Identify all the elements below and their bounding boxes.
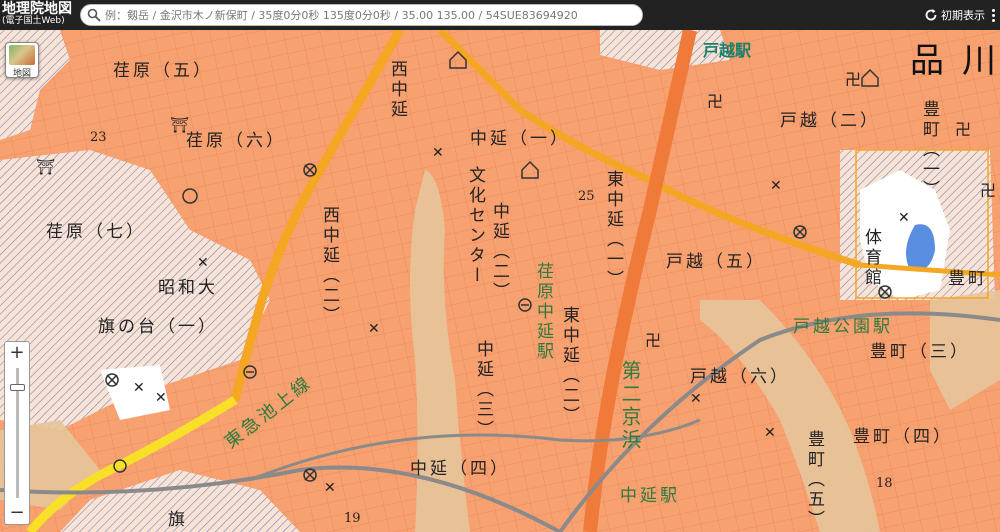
label-higashinakanobu2: 東中延（二）	[559, 306, 579, 426]
label-kibara7: 荏原（七）	[46, 222, 146, 242]
app-logo[interactable]: 地理院地図 (電子国土Web)	[2, 2, 74, 28]
label-shinagawa: 品川	[910, 41, 1000, 81]
label-higashinakanobu1: 東中延（一）	[603, 170, 623, 290]
label-hatanodai1: 旗の台（一）	[98, 317, 218, 337]
label-nakanobu2: 中延（二）	[489, 202, 509, 302]
label-nakanobu3: 中延（三）	[473, 340, 493, 440]
search-icon	[87, 8, 101, 22]
label-taiikukan: 体育館	[861, 228, 881, 288]
label-nakanobu-station: 中延駅	[620, 486, 680, 506]
svg-text:✕: ✕	[690, 391, 702, 407]
svg-text:✕: ✕	[324, 480, 336, 496]
svg-text:✕: ✕	[368, 321, 380, 337]
svg-text:✕: ✕	[197, 255, 209, 271]
label-ebara-nakanobu-station: 荏原中延駅	[533, 262, 553, 362]
map-thumbnail-icon	[9, 45, 35, 65]
label-nishinakanobu-top: 西中延	[387, 60, 407, 120]
menu-dot-icon	[991, 9, 995, 12]
label-daini-keihin: 第二京浜	[618, 360, 642, 452]
label-togoshi6: 戸越（六）	[690, 367, 790, 387]
zoom-in-button[interactable]: +	[5, 342, 29, 364]
map-canvas[interactable]: ✕ ✕ ✕ ✕ ✕ ✕ ✕ ✕ ✕ ✕ 卍 卍 卍 卍 卍 ⛩ ⛩ 荏原（五） …	[0, 0, 1000, 532]
label-elevation-25: 25	[578, 189, 595, 204]
layer-select-label: 地図	[12, 69, 31, 79]
svg-text:✕: ✕	[898, 210, 910, 226]
label-toyomachi4: 豊町（四）	[853, 427, 953, 447]
label-togoshi-station: 戸越駅	[703, 41, 752, 60]
label-toyomachi3: 豊町（三）	[870, 342, 970, 362]
top-toolbar: 地理院地図 (電子国土Web) 初期表示	[0, 0, 1000, 30]
svg-text:卍: 卍	[980, 181, 996, 200]
svg-text:卍: 卍	[955, 120, 971, 139]
layer-select-button[interactable]: 地図	[5, 42, 39, 79]
label-elevation-18: 18	[876, 476, 893, 491]
label-nakanobu1: 中延（一）	[470, 129, 570, 149]
svg-text:✕: ✕	[155, 390, 167, 406]
reset-view-button[interactable]: 初期表示	[924, 6, 985, 24]
search-input[interactable]	[105, 6, 635, 24]
label-kibara5: 荏原（五）	[113, 61, 213, 81]
label-togoshi2: 戸越（二）	[780, 111, 880, 131]
label-showa-univ: 昭和大	[158, 278, 218, 298]
svg-text:⛩: ⛩	[36, 158, 55, 176]
svg-text:✕: ✕	[764, 425, 776, 441]
label-togoshi5: 戸越（五）	[666, 252, 766, 272]
label-nakanobu4: 中延（四）	[410, 459, 510, 479]
svg-text:✕: ✕	[133, 380, 145, 396]
menu-dot-icon	[991, 14, 995, 17]
label-toyomachi1: 豊町（一）	[919, 100, 939, 200]
label-togoshikoen-station: 戸越公園駅	[793, 317, 893, 337]
reset-view-label: 初期表示	[941, 9, 985, 22]
label-kibara6: 荏原（六）	[186, 131, 286, 151]
logo-subtitle: (電子国土Web)	[2, 16, 65, 26]
zoom-control: + −	[4, 341, 30, 525]
svg-text:卍: 卍	[645, 331, 661, 350]
zoom-slider-handle[interactable]	[10, 384, 25, 391]
svg-text:✕: ✕	[770, 178, 782, 194]
label-toyomachi2: 豊町	[948, 269, 988, 289]
label-hatano: 旗	[168, 510, 188, 530]
label-elevation-19: 19	[344, 511, 361, 526]
label-elevation-23: 23	[90, 130, 107, 145]
menu-dot-icon	[991, 19, 995, 22]
logo-title: 地理院地図	[2, 1, 72, 17]
svg-text:✕: ✕	[432, 145, 444, 161]
search-box[interactable]	[80, 4, 643, 26]
more-menu-button[interactable]	[988, 8, 998, 22]
svg-text:卍: 卍	[845, 70, 861, 89]
label-nishinakanobu-2: 西中延（二）	[319, 206, 339, 326]
zoom-out-button[interactable]: −	[5, 502, 29, 524]
label-toyomachi5: 豊町（五）	[804, 430, 824, 530]
refresh-icon	[925, 9, 937, 21]
svg-text:卍: 卍	[707, 92, 723, 111]
label-bunka-center: 文化センター	[465, 166, 485, 286]
